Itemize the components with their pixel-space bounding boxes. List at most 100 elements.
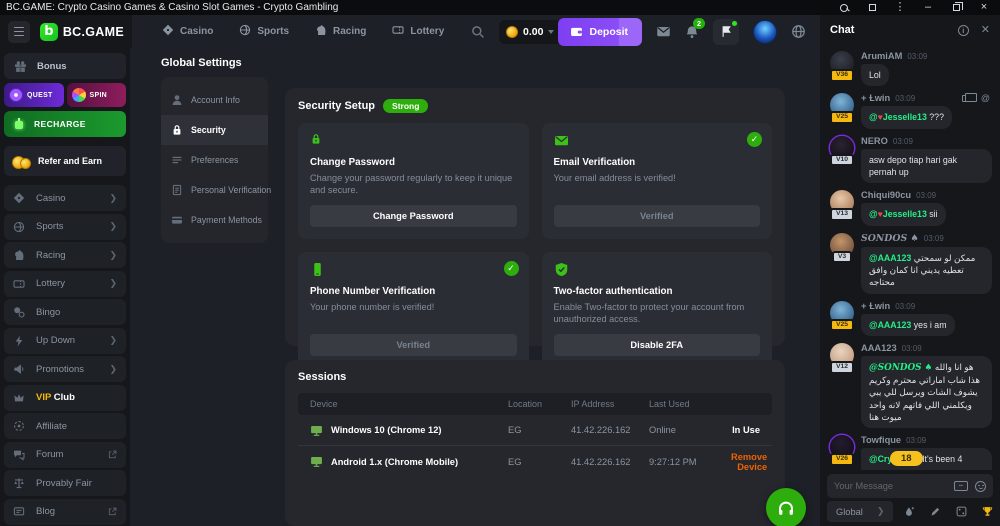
chat-message-input[interactable] [834, 481, 954, 491]
sidebar-item-bingo[interactable]: Bingo [4, 299, 126, 325]
globe-icon[interactable] [791, 24, 806, 39]
tabs-icon[interactable] [866, 2, 878, 14]
chat-message: V13Chiqui90cu03:09@♥Jesselle13 sii [827, 190, 992, 225]
support-chat-button[interactable] [766, 488, 806, 526]
wallet-balance[interactable]: 0.00 [499, 20, 562, 44]
chat-bubble: @♥Jesselle13 sii [861, 203, 946, 225]
chat-info-icon[interactable]: i [958, 25, 969, 36]
sidebar-item-affiliate[interactable]: Affiliate [4, 413, 126, 439]
nav-link-sports[interactable]: Sports [239, 24, 289, 39]
remove-device-button[interactable]: Remove Device [731, 452, 767, 472]
chat-username[interactable]: Chiqui90cu [861, 190, 911, 200]
sidebar-item-casino[interactable]: Casino❯ [4, 185, 126, 211]
chat-username[interactable]: Towfique [861, 435, 901, 445]
search-icon[interactable] [838, 2, 850, 14]
settings-menu-item-security[interactable]: Security [161, 115, 268, 145]
user-mention[interactable]: Jesselle13 [883, 209, 927, 219]
user-mention[interactable]: @ [869, 209, 878, 219]
promotions-flag-icon[interactable] [713, 19, 739, 45]
sidebar-item-lottery[interactable]: Lottery❯ [4, 271, 126, 297]
chevron-right-icon: ❯ [109, 278, 117, 289]
sessions-table-header: Device Location IP Address Last Used [298, 393, 772, 415]
sidebar-item-vip-club[interactable]: VIP Club [4, 385, 126, 411]
settings-menu: Account Info Security Preferences Personal … [161, 77, 268, 243]
security-card-button[interactable]: Change Password [310, 205, 517, 227]
user-mention[interactable]: @AAA123 [869, 320, 911, 330]
user-avatar[interactable] [753, 20, 777, 44]
dice-icon[interactable] [956, 506, 967, 517]
new-messages-pill[interactable]: 18 [890, 451, 923, 466]
nav-link-racing[interactable]: Racing [315, 24, 366, 39]
security-card-button[interactable]: Verified [554, 205, 761, 227]
sidebar-item-sports[interactable]: Sports❯ [4, 214, 126, 240]
chat-username[interactable]: + Ɫwin [861, 93, 890, 103]
session-last-used: 9:27:12 PM [649, 457, 731, 467]
notifications-bell-icon[interactable]: 2 [685, 25, 699, 39]
bcgame-logo[interactable]: b BC.GAME [40, 23, 124, 41]
vip-level-badge: V36 [830, 69, 854, 82]
trophy-icon[interactable] [982, 506, 993, 517]
session-last-used: Online [649, 425, 731, 435]
chevron-right-icon: ❯ [109, 250, 117, 261]
menu-kebab-icon[interactable]: ⋮ [894, 2, 906, 14]
session-row: Android 1.x (Chrome Mobile)EG41.42.226.1… [298, 446, 772, 477]
security-card-two-factor-authentication: Two-factor authenticationEnable Two-fact… [542, 252, 773, 368]
minimize-button[interactable]: – [922, 2, 934, 14]
recharge-button[interactable]: RECHARGE [4, 111, 126, 137]
monitor-icon [310, 455, 323, 468]
chat-room-selector[interactable]: Global ❯ [827, 501, 893, 522]
sidebar-item-promotions[interactable]: Promotions❯ [4, 356, 126, 382]
settings-menu-label: Account Info [191, 95, 240, 105]
user-mention[interactable]: @SONDOS ♠ [869, 363, 932, 373]
settings-menu-item-account-info[interactable]: Account Info [161, 85, 268, 115]
sidebar-item-provably-fair[interactable]: Provably Fair [4, 470, 126, 496]
sidebar-item-up-down[interactable]: Up Down❯ [4, 328, 126, 354]
nav-link-casino[interactable]: Casino [162, 24, 213, 39]
shield-icon [554, 262, 569, 277]
sidebar-item-racing[interactable]: Racing❯ [4, 242, 126, 268]
inbox-icon[interactable] [656, 24, 671, 39]
chat-close-icon[interactable]: ✕ [981, 25, 990, 36]
pencil-icon[interactable] [930, 506, 941, 517]
chat-panel: Chat i ✕ V36ArumiAM03:09LolV25@+ Ɫwin03:… [820, 15, 1000, 526]
emoji-icon[interactable] [975, 481, 986, 492]
navbar-right: 0.00 Deposit 2 [471, 18, 820, 46]
chat-username[interactable]: ArumiAM [861, 51, 902, 61]
promo-new-dot [732, 21, 737, 26]
security-card-button[interactable]: Disable 2FA [554, 334, 761, 356]
security-card-title: Phone Number Verification [310, 286, 517, 297]
top-navbar: b BC.GAME Casino Sports Racing Lottery 0.00… [0, 15, 820, 48]
close-button[interactable]: × [978, 2, 990, 14]
dice-icon [13, 192, 25, 204]
deposit-button[interactable]: Deposit [558, 18, 642, 46]
chat-timestamp: 03:09 [895, 302, 915, 311]
settings-menu-item-personal-verification[interactable]: Personal Verification [161, 175, 268, 205]
nav-link-lottery[interactable]: Lottery [392, 24, 444, 39]
settings-menu-label: Preferences [191, 155, 238, 165]
sidebar-item-bonus[interactable]: Bonus [4, 53, 126, 79]
settings-menu-item-preferences[interactable]: Preferences [161, 145, 268, 175]
quest-button[interactable]: QUEST [4, 83, 64, 107]
hamburger-menu-button[interactable] [8, 21, 30, 43]
user-mention[interactable]: Jesselle13 [883, 112, 927, 122]
search-icon[interactable] [471, 25, 485, 39]
tip-icon[interactable] [962, 95, 972, 102]
user-mention[interactable]: @AAA123 [869, 253, 911, 263]
sidebar-item-forum[interactable]: Forum [4, 442, 126, 468]
deposit-label: Deposit [589, 26, 628, 38]
chat-username[interactable]: AAA123 [861, 343, 897, 353]
mention-icon[interactable]: @ [981, 93, 990, 103]
chat-username[interactable]: + Ɫwin [861, 301, 890, 311]
doc-icon [171, 184, 183, 196]
settings-menu-item-payment-methods[interactable]: Payment Methods [161, 205, 268, 235]
chat-username[interactable]: SONDOS ♠ [861, 233, 919, 244]
rain-icon[interactable] [904, 506, 915, 517]
security-card-button[interactable]: Verified [310, 334, 517, 356]
spin-button[interactable]: SPIN [67, 83, 127, 107]
refer-and-earn-button[interactable]: Refer and Earn [4, 146, 126, 176]
sidebar-item-blog[interactable]: Blog [4, 499, 126, 525]
gif-icon[interactable]: ▪▪ [954, 481, 968, 491]
user-mention[interactable]: @ [869, 112, 878, 122]
chat-username[interactable]: NERO [861, 136, 888, 146]
maximize-button[interactable] [950, 2, 962, 14]
